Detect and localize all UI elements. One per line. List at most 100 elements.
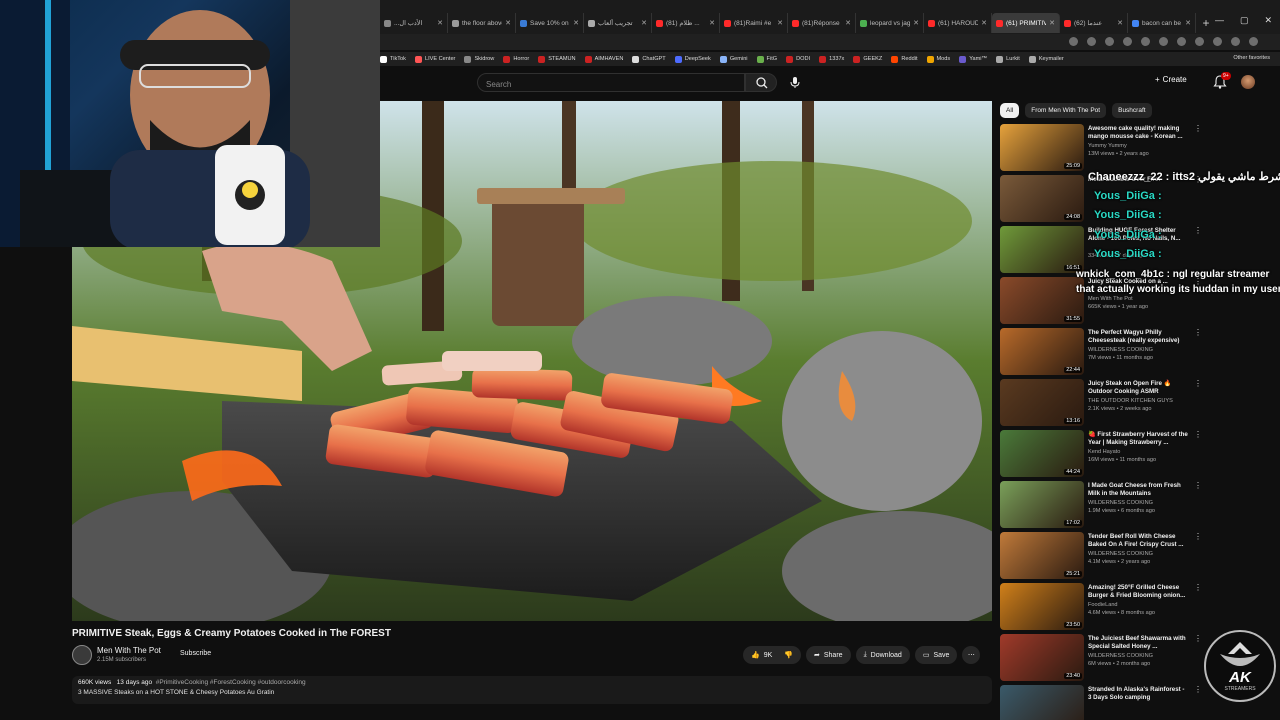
other-favorites[interactable]: Other favorites xyxy=(1233,55,1270,61)
close-tab-icon[interactable]: ✕ xyxy=(981,19,987,27)
video-thumbnail[interactable]: 16:51 xyxy=(1000,226,1084,273)
bookmark-item[interactable]: Keymailer xyxy=(1028,55,1064,63)
recommended-channel[interactable]: THE OUTDOOR KITCHEN GUYS xyxy=(1088,398,1173,404)
channel-avatar[interactable] xyxy=(72,645,92,665)
more-options-icon[interactable]: ⋮ xyxy=(1194,379,1202,388)
close-tab-icon[interactable]: ✕ xyxy=(505,19,511,27)
more-options-icon[interactable]: ⋮ xyxy=(1194,124,1202,133)
bookmark-item[interactable]: DeepSeek xyxy=(674,55,711,63)
recommended-video[interactable]: Stranded In Alaska's Rainforest - 3 Days… xyxy=(1000,685,1202,720)
browser-tab[interactable]: (81)Raimi #e ✕ xyxy=(720,13,788,33)
recommended-channel[interactable]: Kend Hayato xyxy=(1088,449,1120,455)
browser-tab[interactable]: ...الأدب ال ✕ xyxy=(380,13,448,33)
video-thumbnail[interactable]: 25:21 xyxy=(1000,532,1084,579)
like-button[interactable]: 👍 9K 👎 xyxy=(743,646,801,664)
close-window-icon[interactable]: ✕ xyxy=(1264,15,1272,26)
browser-tab[interactable]: (62) عندما ✕ xyxy=(1060,13,1128,33)
recommended-video[interactable]: 25:09 Awesome cake quality! making mango … xyxy=(1000,124,1202,174)
recommended-title[interactable]: Awesome cake quality! making mango mouss… xyxy=(1088,125,1188,141)
filter-chip[interactable]: From Men With The Pot xyxy=(1025,103,1107,118)
close-tab-icon[interactable]: ✕ xyxy=(1049,19,1055,27)
recommended-video[interactable]: 23:50 Amazing! 250°F Grilled Cheese Burge… xyxy=(1000,583,1202,633)
search-button[interactable] xyxy=(745,73,777,92)
recommended-title[interactable]: The Perfect Wagyu Philly Cheesesteak (re… xyxy=(1088,329,1188,345)
create-button[interactable]: + Create xyxy=(1155,75,1187,84)
more-options-icon[interactable]: ⋮ xyxy=(1194,685,1202,694)
recommended-video[interactable]: 17:02 I Made Goat Cheese from Fresh Milk … xyxy=(1000,481,1202,531)
account-avatar[interactable] xyxy=(1241,75,1255,89)
video-thumbnail[interactable]: 23:40 xyxy=(1000,634,1084,681)
browser-tab[interactable]: تجريب ألعاب ✕ xyxy=(584,13,652,33)
bookmark-item[interactable]: Gemini xyxy=(719,55,748,63)
extension-icon[interactable] xyxy=(1159,37,1168,46)
video-thumbnail[interactable]: 31:55 xyxy=(1000,277,1084,324)
close-tab-icon[interactable]: ✕ xyxy=(777,19,783,27)
recommended-title[interactable]: Amazing! 250°F Grilled Cheese Burger & F… xyxy=(1088,584,1188,600)
close-tab-icon[interactable]: ✕ xyxy=(913,19,919,27)
recommended-video[interactable]: 22:44 The Perfect Wagyu Philly Cheesestea… xyxy=(1000,328,1202,378)
recommended-channel[interactable]: Men With The Pot xyxy=(1088,296,1133,302)
browser-tab[interactable]: the floor above ✕ xyxy=(448,13,516,33)
recommended-channel[interactable]: Yummy Yummy xyxy=(1088,143,1127,149)
hashtags[interactable]: #PrimitiveCooking #ForestCooking #outdoo… xyxy=(156,679,306,686)
download-button[interactable]: ⤓ Download xyxy=(855,646,910,664)
subscribe-button[interactable]: Subscribe xyxy=(180,650,211,657)
profile-icon[interactable] xyxy=(1231,37,1240,46)
extension-icon[interactable] xyxy=(1069,37,1078,46)
close-tab-icon[interactable]: ✕ xyxy=(1185,19,1191,27)
more-options-icon[interactable]: ⋮ xyxy=(1194,430,1202,439)
bookmark-item[interactable]: ChatGPT xyxy=(632,55,666,63)
extension-icon[interactable] xyxy=(1177,37,1186,46)
close-tab-icon[interactable]: ✕ xyxy=(845,19,851,27)
extension-icon[interactable] xyxy=(1087,37,1096,46)
star-icon[interactable] xyxy=(1105,37,1114,46)
close-tab-icon[interactable]: ✕ xyxy=(573,19,579,27)
recommended-channel[interactable]: WILDERNESS COOKING xyxy=(1088,653,1153,659)
browser-tab[interactable]: (81) ظلام ... ✕ xyxy=(652,13,720,33)
more-options-icon[interactable]: ⋮ xyxy=(1194,481,1202,490)
more-actions-button[interactable]: ⋯ xyxy=(962,646,981,664)
browser-tab[interactable]: (81)Réponse ✕ xyxy=(788,13,856,33)
bookmark-item[interactable]: Horror xyxy=(503,55,529,63)
browser-tab[interactable]: leopard vs jag ✕ xyxy=(856,13,924,33)
browser-tab[interactable]: (61) HAROUDI ✕ xyxy=(924,13,992,33)
bookmark-item[interactable]: FitG xyxy=(756,55,777,63)
bookmark-item[interactable]: 1337x xyxy=(819,55,844,63)
recommended-video[interactable]: 13:16 Juicy Steak on Open Fire 🔥 Outdoor … xyxy=(1000,379,1202,429)
bookmark-item[interactable]: GEEKZ xyxy=(853,55,882,63)
video-thumbnail[interactable] xyxy=(1000,685,1084,720)
bookmark-item[interactable]: AIMHAVEN xyxy=(584,55,623,63)
microphone-icon[interactable] xyxy=(788,75,802,90)
close-tab-icon[interactable]: ✕ xyxy=(1117,19,1123,27)
more-options-icon[interactable]: ⋮ xyxy=(1194,583,1202,592)
minimize-icon[interactable]: — xyxy=(1215,15,1224,26)
bookmark-item[interactable]: DODI xyxy=(786,55,810,63)
bookmark-item[interactable]: Skidrow xyxy=(464,55,494,63)
video-thumbnail[interactable]: 17:02 xyxy=(1000,481,1084,528)
bookmark-item[interactable]: STEAMUN xyxy=(538,55,576,63)
channel-name[interactable]: Men With The Pot xyxy=(97,646,161,655)
filter-chip[interactable]: All xyxy=(1000,103,1020,118)
bookmark-item[interactable]: LIVE Center xyxy=(414,55,455,63)
recommended-video[interactable]: 25:21 Tender Beef Roll With Cheese Baked … xyxy=(1000,532,1202,582)
extension-icon[interactable] xyxy=(1141,37,1150,46)
recommended-video[interactable]: 23:40 The Juiciest Beef Shawarma with Spe… xyxy=(1000,634,1202,684)
video-thumbnail[interactable]: 22:44 xyxy=(1000,328,1084,375)
bookmark-item[interactable]: Yami™ xyxy=(959,55,987,63)
video-thumbnail[interactable]: 13:16 xyxy=(1000,379,1084,426)
recommended-title[interactable]: Juicy Steak on Open Fire 🔥 Outdoor Cooki… xyxy=(1088,380,1188,396)
recommended-channel[interactable]: WILDERNESS COOKING xyxy=(1088,347,1153,353)
video-thumbnail[interactable]: 44:24 xyxy=(1000,430,1084,477)
new-tab-button[interactable]: + xyxy=(1196,13,1216,33)
video-thumbnail[interactable]: 24:08 xyxy=(1000,175,1084,222)
extension-icon[interactable] xyxy=(1213,37,1222,46)
more-options-icon[interactable]: ⋮ xyxy=(1194,226,1202,235)
extension-icon[interactable] xyxy=(1123,37,1132,46)
recommended-title[interactable]: I Made Goat Cheese from Fresh Milk in th… xyxy=(1088,482,1188,498)
recommended-channel[interactable]: WILDERNESS COOKING xyxy=(1088,551,1153,557)
browser-tab[interactable]: Save 10% on ✕ xyxy=(516,13,584,33)
recommended-channel[interactable]: FoodieLand xyxy=(1088,602,1118,608)
more-options-icon[interactable]: ⋮ xyxy=(1194,532,1202,541)
more-options-icon[interactable]: ⋮ xyxy=(1194,328,1202,337)
close-tab-icon[interactable]: ✕ xyxy=(709,19,715,27)
